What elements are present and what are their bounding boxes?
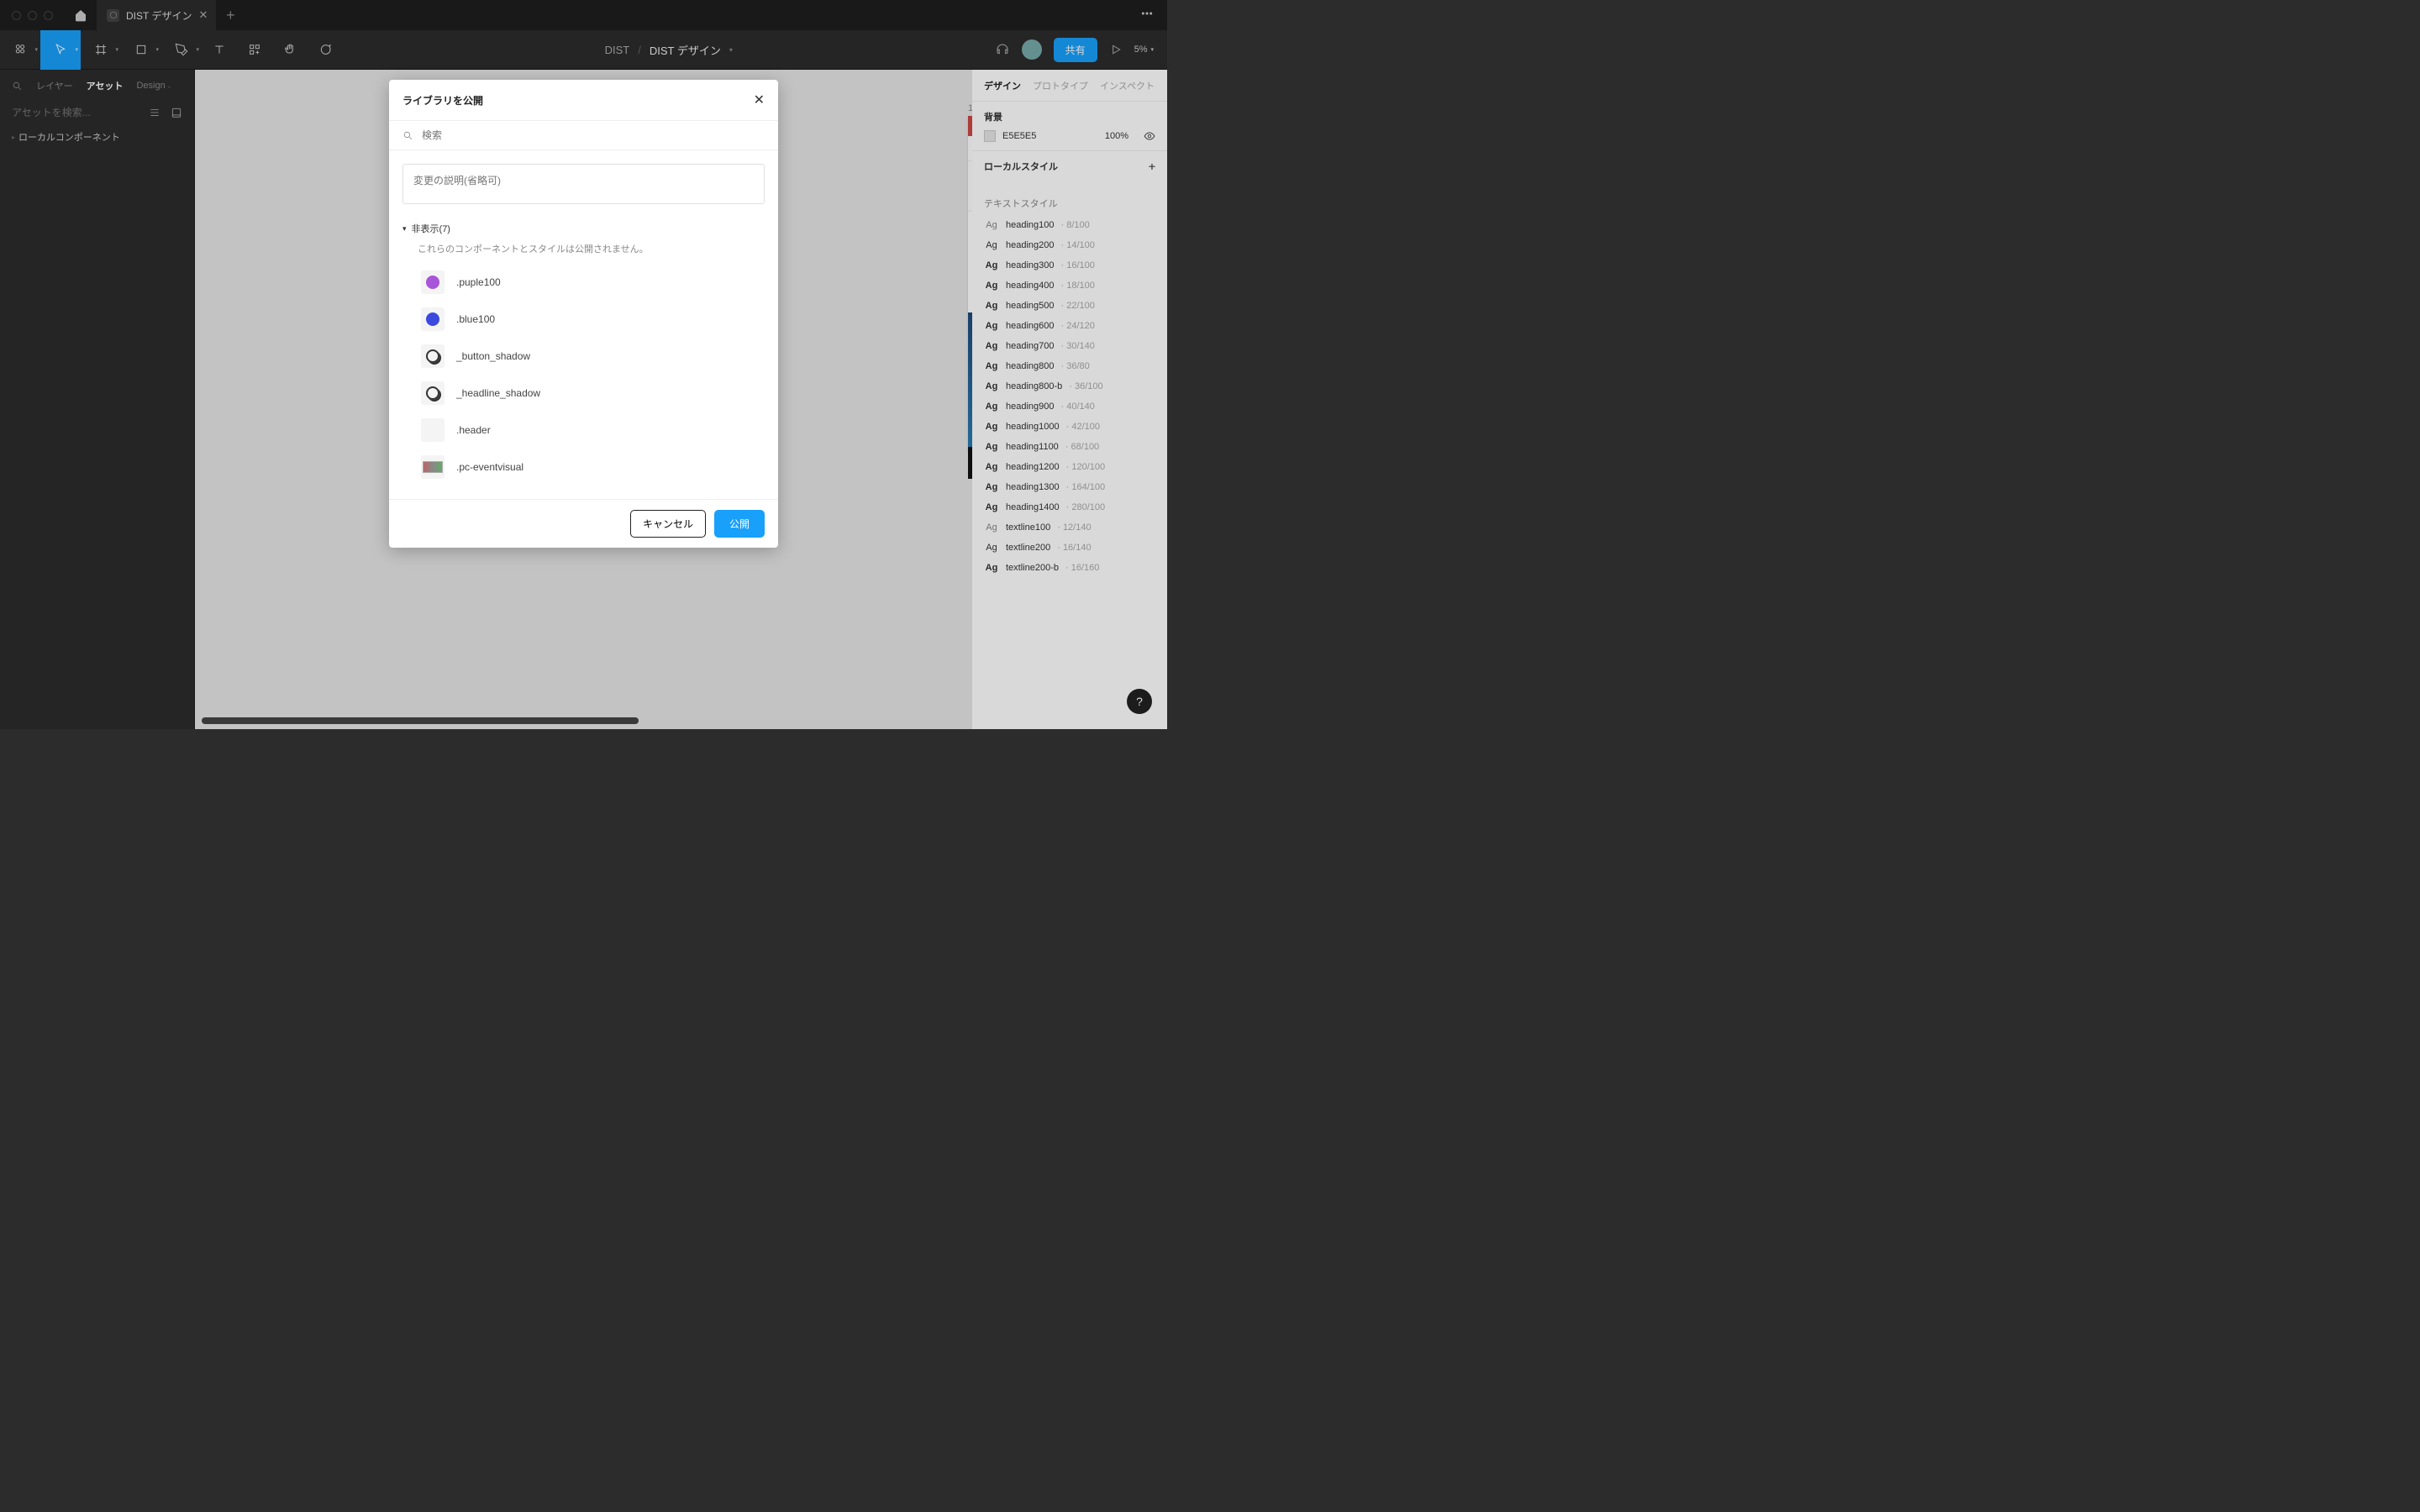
modal-header: ライブラリを公開 ✕ xyxy=(389,80,778,121)
item-name: .pc-eventvisual xyxy=(456,461,523,473)
modal-list-item[interactable]: .header xyxy=(402,412,765,449)
item-name: _headline_shadow xyxy=(456,387,540,399)
modal-list-item[interactable]: .pc-eventvisual xyxy=(402,449,765,486)
modal-search-row xyxy=(389,121,778,150)
search-icon xyxy=(402,130,413,141)
item-name: _button_shadow xyxy=(456,350,530,362)
cancel-button[interactable]: キャンセル xyxy=(630,510,706,538)
description-input[interactable] xyxy=(402,164,765,204)
group-toggle[interactable]: 非表示(7) xyxy=(402,222,765,235)
publish-button[interactable]: 公開 xyxy=(714,510,765,538)
hidden-group: 非表示(7) これらのコンポーネントとスタイルは公開されません。 .puple1… xyxy=(402,222,765,486)
item-name: .blue100 xyxy=(456,313,495,325)
item-name: .puple100 xyxy=(456,276,501,288)
item-thumb xyxy=(421,307,445,331)
item-thumb xyxy=(421,455,445,479)
modal-search-input[interactable] xyxy=(422,129,765,141)
modal-body: 非表示(7) これらのコンポーネントとスタイルは公開されません。 .puple1… xyxy=(389,150,778,499)
modal-footer: キャンセル 公開 xyxy=(389,499,778,548)
modal-list-item[interactable]: _headline_shadow xyxy=(402,375,765,412)
modal-list-item[interactable]: _button_shadow xyxy=(402,338,765,375)
item-thumb xyxy=(421,381,445,405)
modal-overlay[interactable]: ライブラリを公開 ✕ 非表示(7) これらのコンポーネントとスタイルは公開されま… xyxy=(0,0,1167,729)
modal-title: ライブラリを公開 xyxy=(402,93,483,108)
modal-list-item[interactable]: .puple100 xyxy=(402,264,765,301)
item-thumb xyxy=(421,270,445,294)
item-thumb xyxy=(421,344,445,368)
modal-list-item[interactable]: .blue100 xyxy=(402,301,765,338)
modal-close-button[interactable]: ✕ xyxy=(754,92,765,108)
group-description: これらのコンポーネントとスタイルは公開されません。 xyxy=(418,242,765,255)
publish-library-modal: ライブラリを公開 ✕ 非表示(7) これらのコンポーネントとスタイルは公開されま… xyxy=(389,80,778,548)
item-thumb xyxy=(421,418,445,442)
item-name: .header xyxy=(456,424,491,436)
